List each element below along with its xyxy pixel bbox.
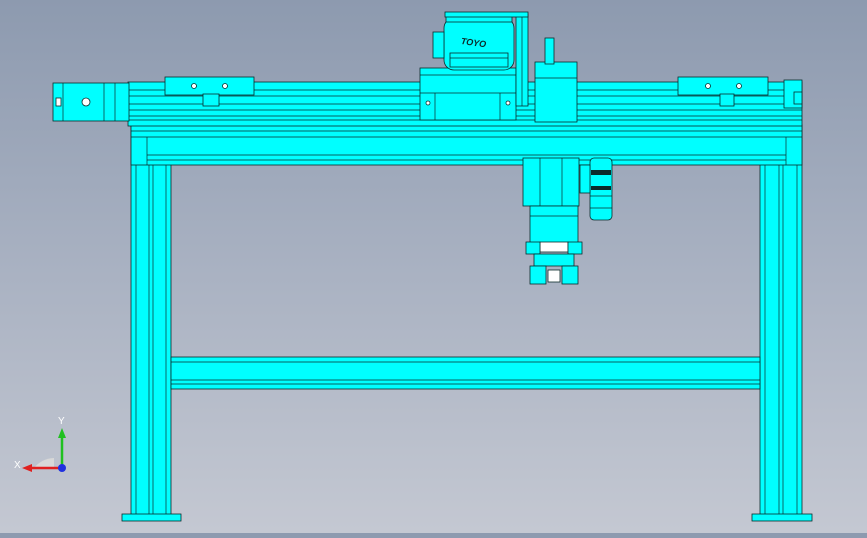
x-axis-label: X — [14, 460, 21, 471]
z-axis-carriage[interactable] — [419, 67, 517, 121]
lower-crossbeam[interactable] — [170, 356, 761, 390]
reference-triad-icon: Y X — [14, 416, 66, 472]
y-axis-label: Y — [58, 416, 65, 427]
gripper-assembly[interactable] — [525, 205, 583, 285]
cad-viewport[interactable]: TOYO Y X — [0, 0, 867, 533]
x-axis-end-cap[interactable] — [783, 79, 803, 109]
z-axis-dot — [58, 464, 66, 472]
camera-module[interactable] — [579, 157, 613, 221]
upper-frame-beam[interactable] — [130, 124, 803, 166]
toyo-motor[interactable]: TOYO — [432, 13, 515, 71]
gantry-model[interactable]: TOYO — [0, 0, 867, 533]
left-leg[interactable] — [121, 124, 182, 522]
triad-plane — [34, 458, 54, 468]
x-axis-motor[interactable] — [52, 82, 130, 122]
right-leg[interactable] — [751, 124, 813, 522]
